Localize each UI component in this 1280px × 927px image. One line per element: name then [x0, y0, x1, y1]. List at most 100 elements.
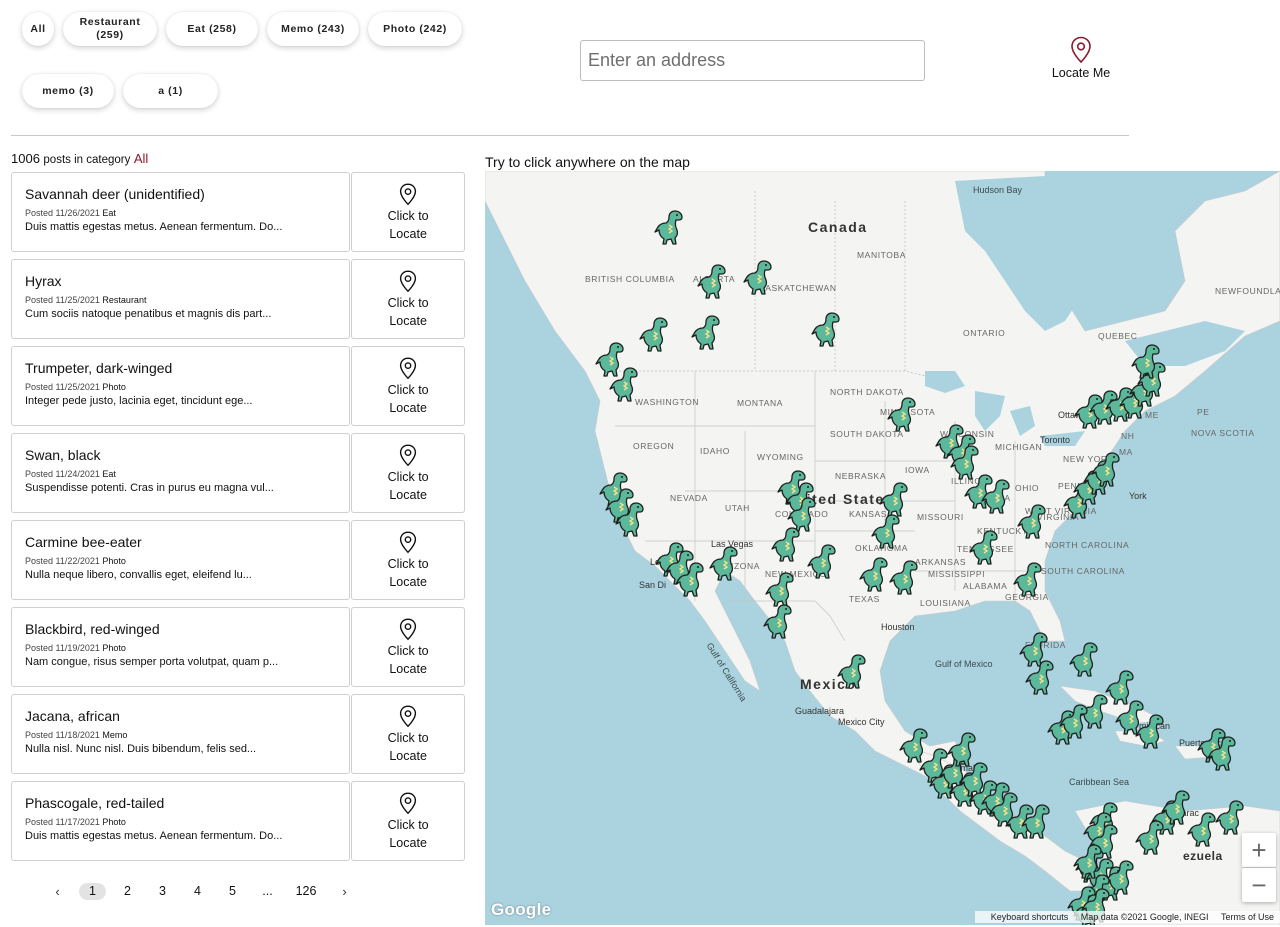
pagination-page-1[interactable]: 1 — [79, 882, 106, 900]
click-to-locate-button[interactable]: Click to Locate — [351, 607, 465, 687]
pagination-page-last[interactable]: 126 — [289, 883, 323, 900]
dinosaur-marker-icon[interactable] — [742, 259, 776, 297]
keyboard-shortcuts-link[interactable]: Keyboard shortcuts — [991, 912, 1069, 922]
dinosaur-marker-icon[interactable] — [1206, 735, 1240, 773]
click-to-locate-button[interactable]: Click to Locate — [351, 694, 465, 774]
dinosaur-marker-icon[interactable] — [1134, 713, 1168, 751]
click-to-locate-button[interactable]: Click to Locate — [351, 520, 465, 600]
dinosaur-marker-icon[interactable] — [1072, 843, 1106, 881]
filter-chip-memo-lower[interactable]: memo (3) — [22, 74, 114, 108]
click-to-locate-button[interactable]: Click to Locate — [351, 346, 465, 426]
post-card[interactable]: Trumpeter, dark-winged Posted 11/25/2021 … — [11, 346, 351, 426]
click-to-locate-button[interactable]: Click to Locate — [351, 433, 465, 513]
post-excerpt: Suspendisse potenti. Cras in purus eu ma… — [25, 482, 274, 494]
post-card[interactable]: Swan, black Posted 11/24/2021 Eat Suspendi… — [11, 433, 351, 513]
pagination-page-5[interactable]: 5 — [219, 883, 246, 900]
dinosaur-marker-icon[interactable] — [1020, 803, 1054, 841]
dinosaur-marker-icon[interactable] — [1058, 703, 1092, 741]
pagination-next[interactable]: › — [331, 883, 358, 900]
filter-chip-eat[interactable]: Eat (258) — [166, 12, 258, 46]
post-count-category: All — [133, 151, 149, 166]
locate-line-2: Locate — [389, 314, 427, 328]
dinosaur-marker-icon[interactable] — [674, 561, 708, 599]
filter-chip-restaurant[interactable]: Restaurant (259) — [63, 12, 157, 46]
dinosaur-marker-icon[interactable] — [638, 316, 672, 354]
locate-line-1: Click to — [387, 731, 429, 745]
dinosaur-marker-icon[interactable] — [1130, 343, 1164, 381]
click-to-locate-button[interactable]: Click to Locate — [351, 781, 465, 861]
dinosaur-marker-icon[interactable] — [888, 559, 922, 597]
map-label-south-dakota: SOUTH DAKOTA — [830, 429, 904, 439]
filter-chip-all[interactable]: All — [22, 12, 54, 46]
dinosaur-marker-icon[interactable] — [870, 513, 904, 551]
dinosaur-marker-icon[interactable] — [770, 526, 804, 564]
pagination-page-2[interactable]: 2 — [114, 883, 141, 900]
post-meta: Posted 11/19/2021 Photo — [25, 643, 336, 653]
zoom-out-button[interactable]: − — [1242, 868, 1276, 902]
dinosaur-marker-icon[interactable] — [708, 545, 742, 583]
dinosaur-marker-icon[interactable] — [1024, 659, 1058, 697]
dinosaur-marker-icon[interactable] — [1016, 503, 1050, 541]
post-card[interactable]: Savannah deer (unidentified) Posted 11/26… — [11, 172, 351, 252]
map-pin-icon — [400, 705, 417, 728]
map-label-mexico-city: Mexico City — [838, 717, 885, 727]
dinosaur-marker-icon[interactable] — [810, 311, 844, 349]
dinosaur-marker-icon[interactable] — [968, 529, 1002, 567]
click-to-locate-button[interactable]: Click to Locate — [351, 259, 465, 339]
locate-me-button[interactable]: Locate Me — [1046, 36, 1116, 80]
post-row: Jacana, african Posted 11/18/2021 Memo Nul… — [11, 694, 465, 774]
dinosaur-marker-icon[interactable] — [1090, 451, 1124, 489]
map-label-guadalajara: Guadalajara — [795, 706, 845, 716]
click-to-locate-button[interactable]: Click to Locate — [351, 172, 465, 252]
filter-chip-a[interactable]: a (1) — [123, 74, 218, 108]
map-label-louisiana: LOUISIANA — [920, 598, 971, 608]
filter-chip-memo[interactable]: Memo (243) — [267, 12, 359, 46]
post-row: Swan, black Posted 11/24/2021 Eat Suspendi… — [11, 433, 465, 513]
post-count-summary: 1006 posts in category All — [11, 151, 148, 166]
dinosaur-marker-icon[interactable] — [886, 396, 920, 434]
dinosaur-marker-icon[interactable] — [653, 209, 687, 247]
dinosaur-marker-icon[interactable] — [608, 366, 642, 404]
zoom-in-button[interactable]: + — [1242, 833, 1276, 867]
map-label-utah: UTAH — [725, 503, 750, 513]
post-card[interactable]: Hyrax Posted 11/25/2021 Restaurant Cum soc… — [11, 259, 351, 339]
dinosaur-marker-icon[interactable] — [1214, 799, 1248, 837]
post-row: Trumpeter, dark-winged Posted 11/25/2021 … — [11, 346, 465, 426]
post-card[interactable]: Blackbird, red-winged Posted 11/19/2021 P… — [11, 607, 351, 687]
map-view[interactable]: Canada United States Mexico Hudson Bay G… — [485, 171, 1280, 925]
map-label-quebec: QUEBEC — [1098, 331, 1138, 341]
map-label-san-diego: San Di — [639, 580, 667, 590]
post-card[interactable]: Phascogale, red-tailed Posted 11/17/2021 … — [11, 781, 351, 861]
locate-line-2: Locate — [389, 836, 427, 850]
locate-button-label: Click to Locate — [388, 207, 429, 243]
dinosaur-marker-icon[interactable] — [762, 603, 796, 641]
address-search-input[interactable] — [580, 40, 925, 81]
pagination-page-4[interactable]: 4 — [184, 883, 211, 900]
dinosaur-marker-icon[interactable] — [1012, 561, 1046, 599]
map-label-montana: MONTANA — [737, 398, 784, 408]
filter-chip-photo[interactable]: Photo (242) — [368, 12, 462, 46]
locate-line-1: Click to — [387, 818, 429, 832]
dinosaur-marker-icon[interactable] — [690, 314, 724, 352]
dinosaur-marker-icon[interactable] — [858, 556, 892, 594]
dinosaur-marker-icon[interactable] — [806, 543, 840, 581]
pagination-prev[interactable]: ‹ — [44, 883, 71, 900]
post-card[interactable]: Carmine bee-eater Posted 11/22/2021 Photo… — [11, 520, 351, 600]
post-card[interactable]: Jacana, african Posted 11/18/2021 Memo Nul… — [11, 694, 351, 774]
post-date: Posted 11/18/2021 — [25, 730, 100, 740]
locate-line-1: Click to — [387, 209, 429, 223]
dinosaur-marker-icon[interactable] — [696, 263, 730, 301]
locate-button-label: Click to Locate — [388, 729, 429, 765]
map-pin-icon — [400, 270, 417, 293]
dinosaur-marker-icon[interactable] — [1134, 819, 1168, 857]
post-date: Posted 11/25/2021 — [25, 382, 100, 392]
terms-of-use-link[interactable]: Terms of Use — [1221, 912, 1274, 922]
map-label-michigan: MICHIGAN — [995, 442, 1043, 452]
map-label-north-carolina: NORTH CAROLINA — [1045, 540, 1130, 550]
dinosaur-marker-icon[interactable] — [836, 653, 870, 691]
pagination-page-3[interactable]: 3 — [149, 883, 176, 900]
map-label-arkansas: ARKANSAS — [915, 557, 967, 567]
dinosaur-marker-icon[interactable] — [980, 478, 1014, 516]
dinosaur-marker-icon[interactable] — [1068, 641, 1102, 679]
dinosaur-marker-icon[interactable] — [614, 501, 648, 539]
